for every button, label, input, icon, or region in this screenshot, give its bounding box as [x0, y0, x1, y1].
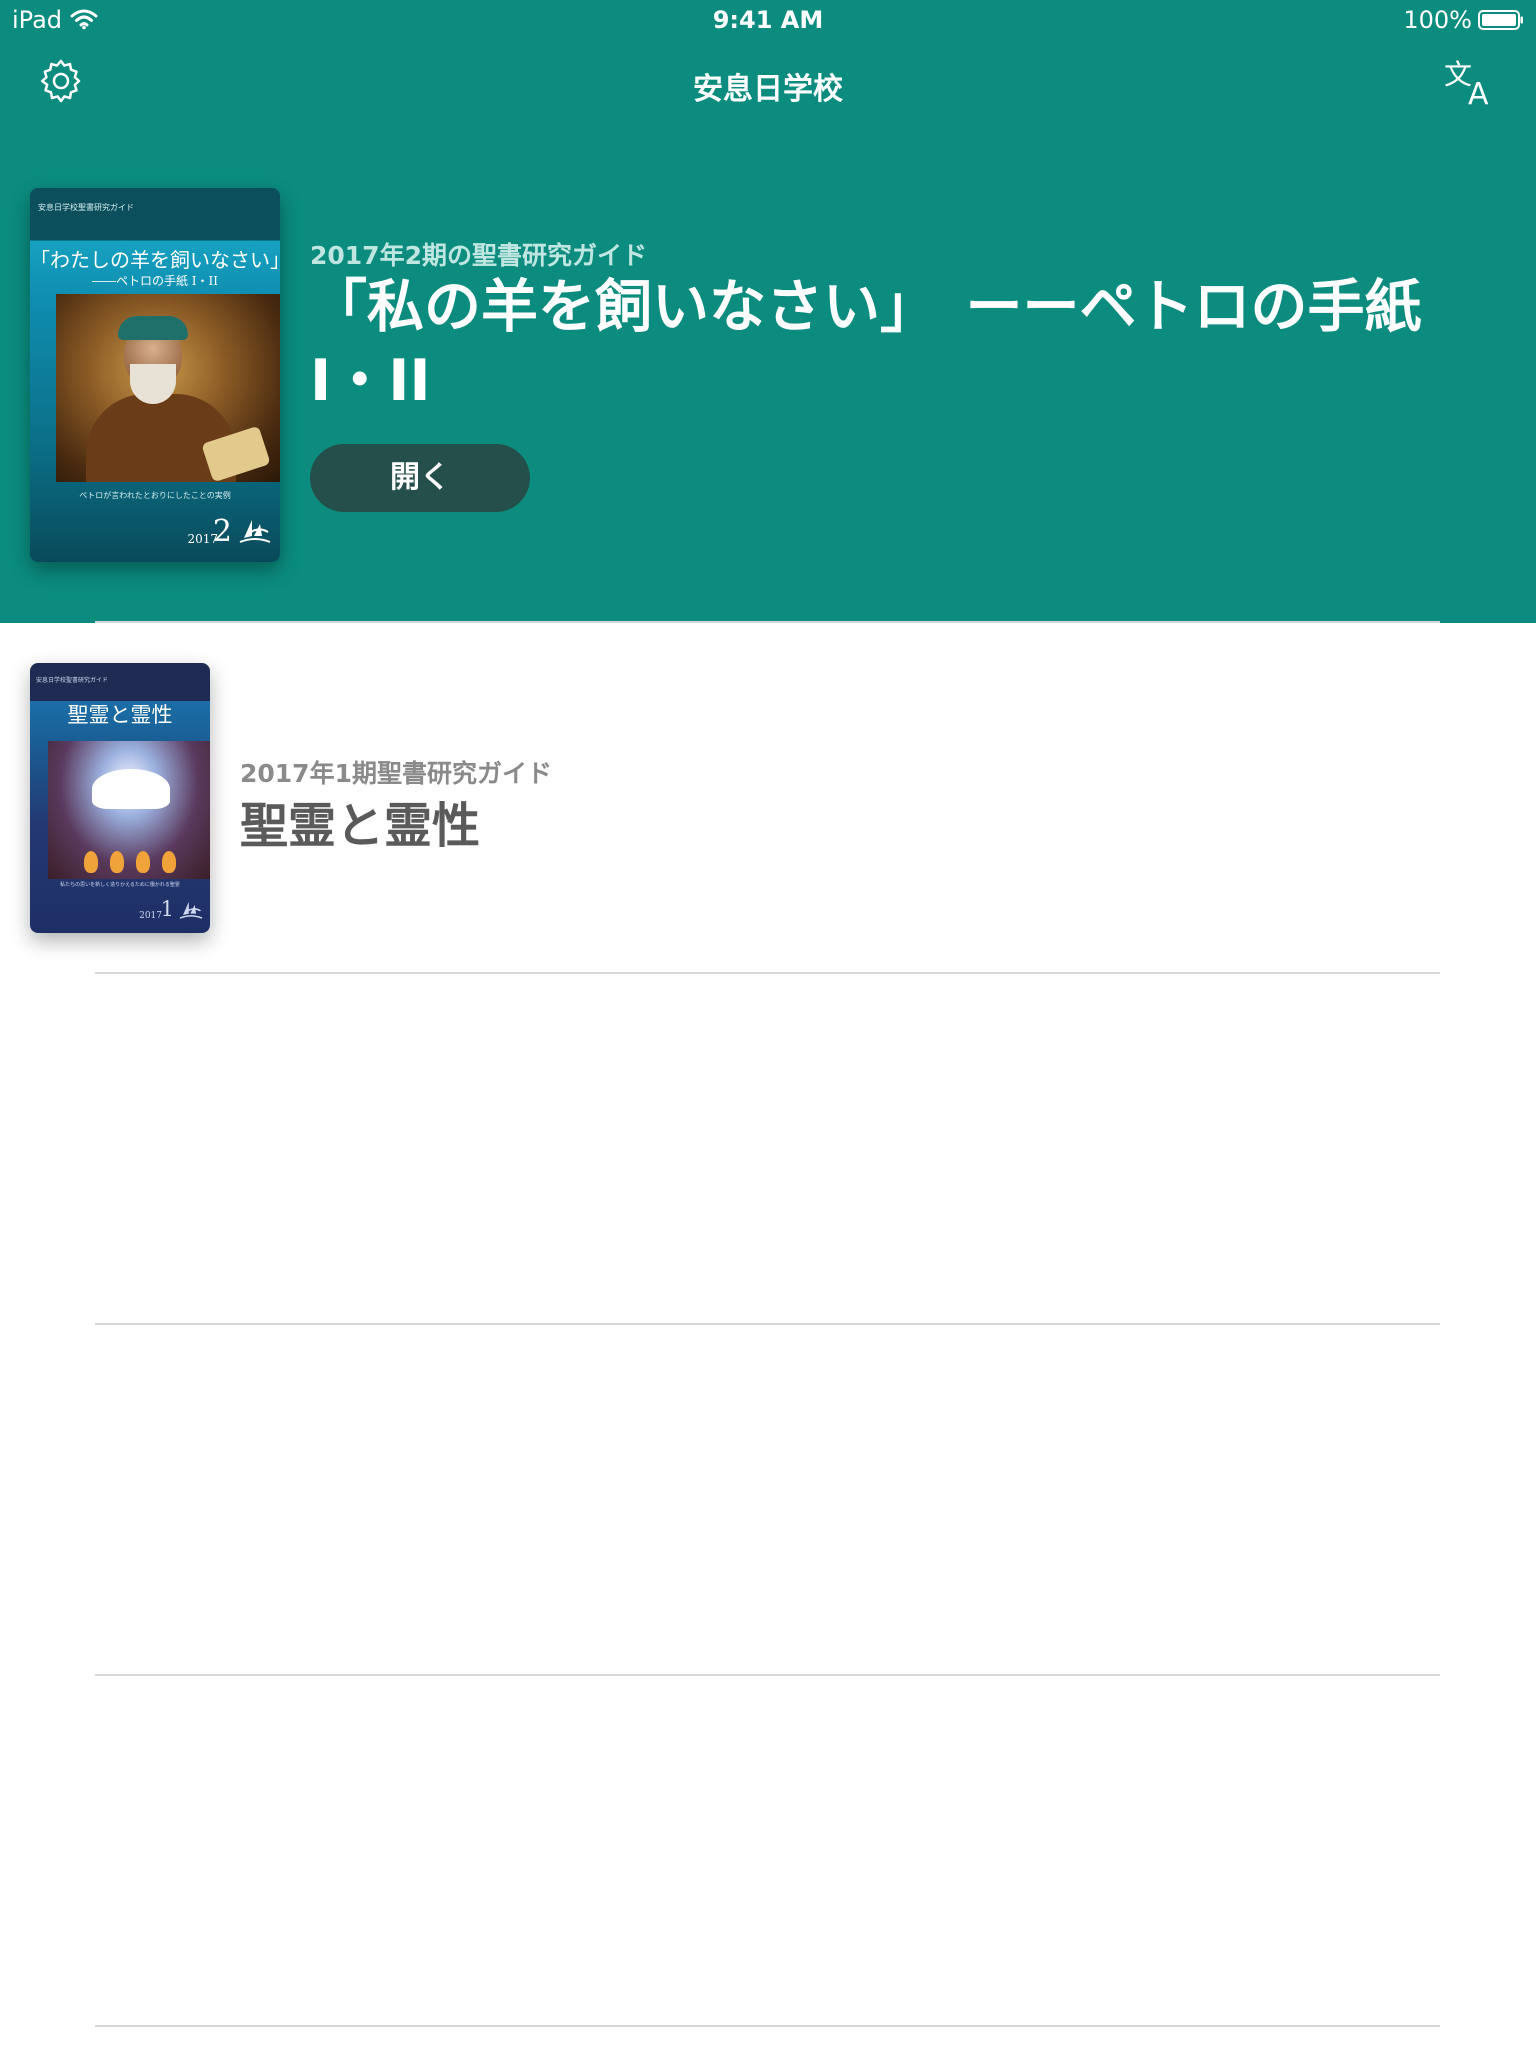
- battery-percentage: 100%: [1403, 6, 1472, 34]
- featured-quarterly-cover[interactable]: 安息日学校聖書研究ガイド 「わたしの羊を飼いなさい」 ――ペトロの手紙 I・II…: [30, 188, 280, 562]
- translate-icon[interactable]: 文 A: [1444, 58, 1498, 108]
- painting-dove: [92, 769, 170, 809]
- row-divider: [95, 1323, 1440, 1325]
- cover-quarter-number: 1: [160, 897, 174, 921]
- battery-icon: [1478, 10, 1523, 30]
- painting-flame: [84, 851, 98, 873]
- quarterly-cover[interactable]: 安息日学校聖書研究ガイド 聖霊と霊性 私たちの思いを新しく造りかえるために働かれ…: [30, 663, 210, 933]
- painting-figure-turban: [118, 316, 188, 340]
- cover-painting-peter: [56, 294, 280, 483]
- cover-caption: 私たちの思いを新しく造りかえるために働かれる聖霊: [60, 882, 180, 888]
- church-logo-icon: [239, 520, 271, 543]
- cover-title: 聖霊と霊性: [67, 703, 173, 727]
- svg-text:A: A: [1468, 77, 1489, 108]
- church-logo-icon: [179, 901, 203, 919]
- status-bar: iPad 9:41 AM 100%: [0, 0, 1536, 40]
- open-button[interactable]: 開く: [310, 444, 530, 512]
- row-divider: [95, 2025, 1440, 2027]
- quarterly-title: 聖霊と霊性: [240, 798, 481, 854]
- cover-painting-dove: [48, 741, 210, 879]
- cover-subtitle: ――ペトロの手紙 I・II: [91, 274, 219, 288]
- status-time: 9:41 AM: [712, 6, 824, 34]
- painting-flame: [110, 851, 124, 873]
- cover-publisher-label: 安息日学校聖書研究ガイド: [36, 677, 109, 684]
- cover-caption: ペトロが言われたとおりにしたことの実例: [79, 491, 231, 500]
- painting-flame: [136, 851, 150, 873]
- quarterly-quarter-label: 2017年1期聖書研究ガイド: [240, 759, 552, 788]
- painting-flame: [162, 851, 176, 873]
- row-divider: [95, 1674, 1440, 1676]
- row-divider: [95, 972, 1440, 974]
- cover-quarter-number: 2: [212, 514, 232, 549]
- featured-header: iPad 9:41 AM 100% 安息日学校 文 A 安息日学校聖書研究ガイド…: [0, 0, 1536, 623]
- list-item-quarterly[interactable]: [0, 623, 1536, 973]
- featured-quarter-label: 2017年2期の聖書研究ガイド: [310, 241, 647, 270]
- featured-title: 「私の羊を飼いなさい」 ーーペトロの手紙I・II: [310, 274, 1422, 414]
- nav-title: 安息日学校: [693, 72, 843, 107]
- cover-title: 「わたしの羊を飼いなさい」: [30, 248, 280, 272]
- cover-publisher-label: 安息日学校聖書研究ガイド: [38, 203, 134, 212]
- cover-year: 2017: [139, 911, 162, 921]
